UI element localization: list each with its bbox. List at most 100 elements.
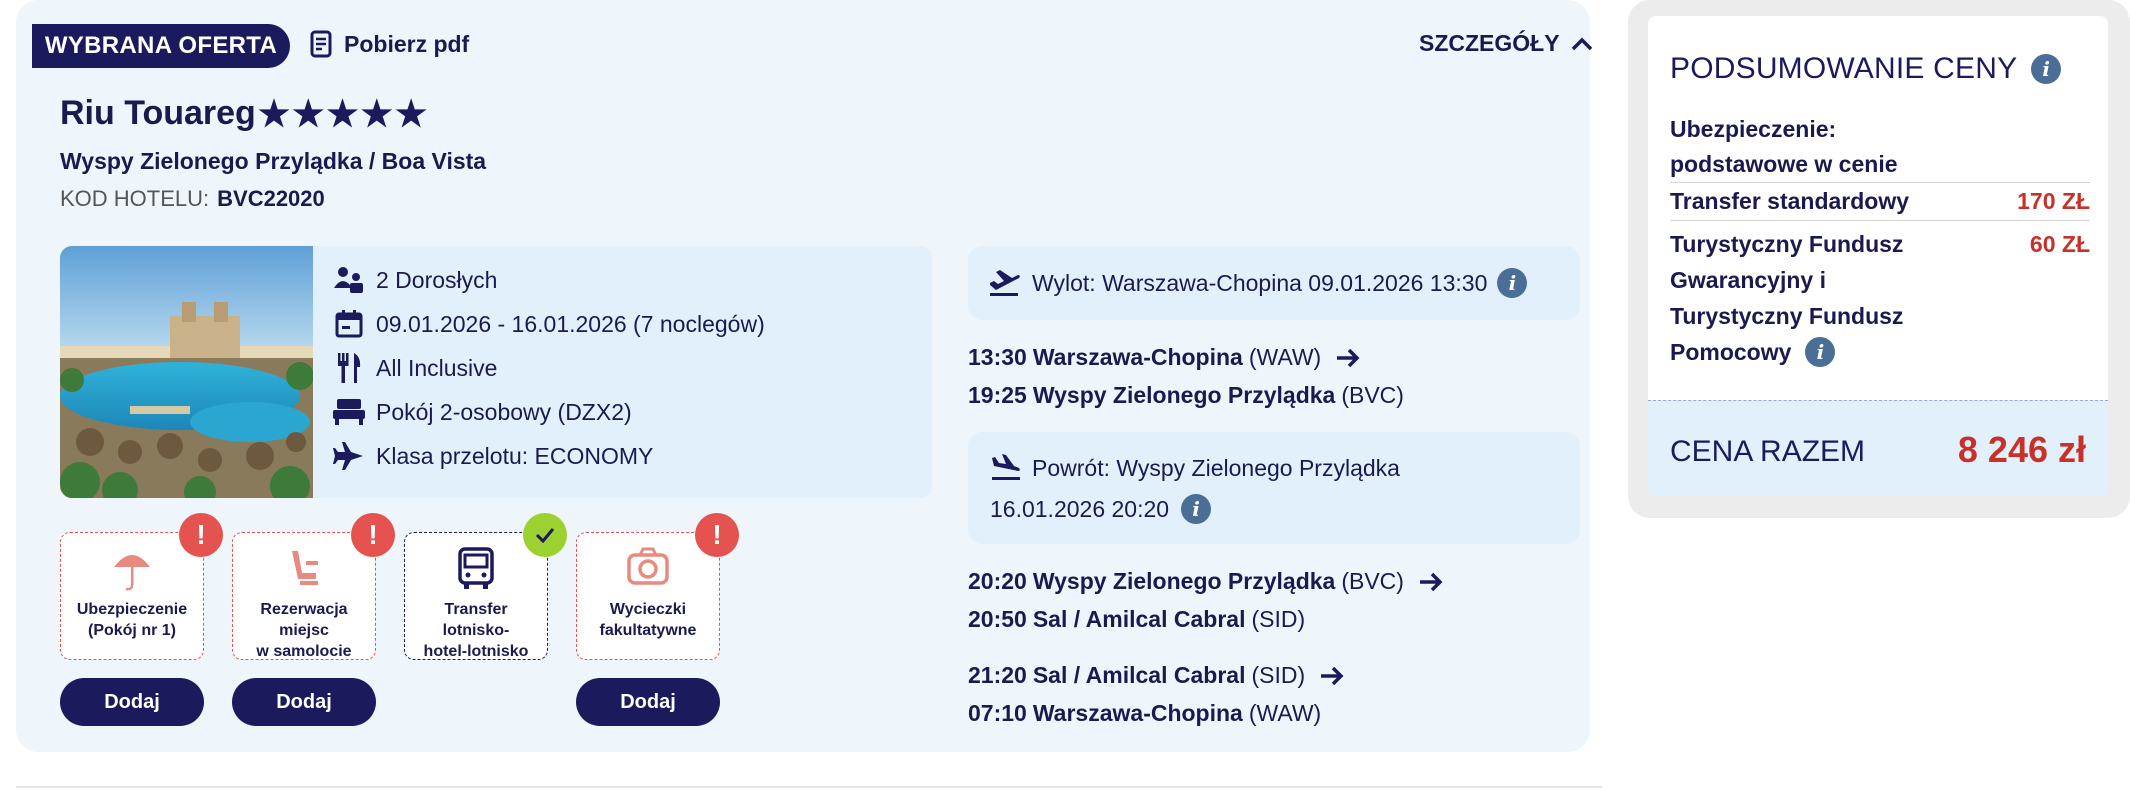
fact-flight-class-text: Klasa przelotu: ECONOMY xyxy=(376,442,654,469)
transfer-row: Transfer standardowy 170 ZŁ xyxy=(1670,188,2090,215)
leg-place: Sal / Amilcal Cabral xyxy=(1032,662,1246,688)
plane-landing-icon xyxy=(992,454,1020,480)
details-label: SZCZEGÓŁY xyxy=(1419,30,1560,56)
fact-board-text: All Inclusive xyxy=(376,354,498,381)
star-icon: ★ xyxy=(326,92,359,134)
divider xyxy=(1670,220,2090,221)
leg-code: (SID) xyxy=(1251,606,1306,632)
leg-time: 13:30 xyxy=(968,344,1027,370)
fund-price: 60 ZŁ xyxy=(2029,231,2090,257)
price-summary-card: PODSUMOWANIE CENY i Ubezpieczenie: podst… xyxy=(1648,16,2108,496)
umbrella-icon xyxy=(114,555,150,591)
check-icon xyxy=(523,513,567,557)
hotel-code-label: KOD HOTELU: xyxy=(60,186,210,211)
insurance-row: Ubezpieczenie: podstawowe w cenie xyxy=(1670,116,2090,178)
addon-insurance-label: Ubezpieczenie (Pokój nr 1) xyxy=(76,601,188,639)
leg-code: (BVC) xyxy=(1341,382,1404,408)
total-price-box: CENA RAZEM 8 246 zł xyxy=(1648,400,2108,496)
total-value: 8 246 zł xyxy=(1957,429,2086,470)
insurance-label: Ubezpieczenie: xyxy=(1670,116,1837,142)
people-icon xyxy=(334,267,363,293)
arrow-right-icon xyxy=(1419,572,1443,591)
bus-icon xyxy=(458,547,494,589)
leg-place: Wyspy Zielonego Przylądka xyxy=(1032,382,1336,408)
outbound-flight-box: Wylot: Warszawa-Chopina 09.01.2026 13:30… xyxy=(968,246,1580,320)
addon-seat-reservation[interactable]: ! Rezerwacja miejsc w samolocie xyxy=(232,513,395,660)
return-leg-4: 07:10 Warszawa-Chopina (WAW) xyxy=(968,700,1321,727)
leg-code: (WAW) xyxy=(1248,344,1322,370)
outbound-leg-2: 19:25 Wyspy Zielonego Przylądka (BVC) xyxy=(968,382,1404,409)
outbound-title: Wylot: Warszawa-Chopina 09.01.2026 13:30 xyxy=(1032,269,1488,296)
fact-room-text: Pokój 2-osobowy (DZX2) xyxy=(376,398,632,425)
info-icon[interactable]: i xyxy=(2031,54,2062,84)
outbound-leg-1: 13:30 Warszawa-Chopina (WAW) xyxy=(968,344,1361,371)
insurance-value: podstawowe w cenie xyxy=(1670,151,1898,177)
star-icon: ★ xyxy=(360,92,393,134)
download-pdf-link[interactable]: Pobierz pdf xyxy=(310,30,469,58)
total-label: CENA RAZEM xyxy=(1670,435,1866,468)
bed-icon xyxy=(333,399,365,425)
alert-icon: ! xyxy=(351,513,395,557)
leg-time: 07:10 xyxy=(968,700,1027,726)
star-icon: ★ xyxy=(257,92,291,134)
addon-seat-label: Rezerwacja miejsc w samolocie xyxy=(256,601,352,660)
fund-label-line1: Turystyczny Fundusz xyxy=(1670,231,1904,257)
fact-flight-class: Klasa przelotu: ECONOMY xyxy=(332,434,765,478)
fact-room: Pokój 2-osobowy (DZX2) xyxy=(332,390,765,434)
add-excursions-button[interactable]: Dodaj xyxy=(576,678,720,726)
return-leg-3: 21:20 Sal / Amilcal Cabral (SID) xyxy=(968,662,1345,689)
details-toggle[interactable]: SZCZEGÓŁY xyxy=(1419,30,1594,57)
price-summary-title: PODSUMOWANIE CENY i xyxy=(1670,52,2062,86)
leg-time: 21:20 xyxy=(968,662,1027,688)
addon-insurance[interactable]: ! Ubezpieczenie (Pokój nr 1) xyxy=(60,513,223,660)
hotel-name: Riu Touareg ★ ★ ★ ★ ★ xyxy=(60,94,427,133)
fund-label-line3: Turystyczny Fundusz xyxy=(1670,303,1904,329)
leg-time: 20:50 xyxy=(968,606,1027,632)
fund-row: Turystyczny Fundusz Gwarancyjny i Turyst… xyxy=(1670,226,2090,370)
leg-time: 19:25 xyxy=(968,382,1027,408)
price-summary-title-text: PODSUMOWANIE CENY xyxy=(1670,52,2018,85)
leg-place: Wyspy Zielonego Przylądka xyxy=(1032,568,1336,594)
offer-facts: 2 Dorosłych 09.01.2026 - 16.01.2026 (7 n… xyxy=(332,258,765,478)
cutlery-icon xyxy=(338,353,361,383)
info-icon[interactable]: i xyxy=(1497,268,1528,298)
leg-code: (WAW) xyxy=(1248,700,1322,726)
add-seat-button[interactable]: Dodaj xyxy=(232,678,376,726)
hotel-stars: ★ ★ ★ ★ ★ xyxy=(257,92,427,134)
selected-offer-badge: WYBRANA OFERTA xyxy=(32,24,290,68)
seat-icon xyxy=(292,551,318,585)
chevron-up-icon xyxy=(1571,37,1592,50)
info-icon[interactable]: i xyxy=(1181,494,1212,524)
divider xyxy=(1670,182,2090,183)
fact-board: All Inclusive xyxy=(332,346,765,390)
fund-label-line4: Pomocowy xyxy=(1670,339,1792,365)
leg-code: (SID) xyxy=(1251,662,1306,688)
hotel-photo xyxy=(60,246,313,498)
plane-icon xyxy=(333,442,363,470)
offer-info-box: 2 Dorosłych 09.01.2026 - 16.01.2026 (7 n… xyxy=(60,246,932,498)
plane-takeoff-icon xyxy=(990,270,1020,296)
addon-excursions[interactable]: ! Wycieczki fakultatywne xyxy=(576,513,739,660)
download-pdf-label: Pobierz pdf xyxy=(344,30,470,57)
offer-card: WYBRANA OFERTA Pobierz pdf SZCZEGÓŁY Riu… xyxy=(16,0,1592,752)
fact-guests-text: 2 Dorosłych xyxy=(376,266,498,293)
add-insurance-button[interactable]: Dodaj xyxy=(60,678,204,726)
return-title-line1: Powrót: Wyspy Zielonego Przylądka xyxy=(1032,454,1400,481)
return-title-line2: 16.01.2026 20:20 xyxy=(990,495,1170,522)
return-flight-box: Powrót: Wyspy Zielonego Przylądka 16.01.… xyxy=(968,432,1580,544)
leg-time: 20:20 xyxy=(968,568,1027,594)
hotel-code: KOD HOTELU: BVC22020 xyxy=(60,186,325,212)
leg-place: Sal / Amilcal Cabral xyxy=(1032,606,1246,632)
leg-place: Warszawa-Chopina xyxy=(1032,344,1243,370)
return-leg-2: 20:50 Sal / Amilcal Cabral (SID) xyxy=(968,606,1305,633)
star-icon: ★ xyxy=(292,92,325,134)
hotel-code-value: BVC22020 xyxy=(217,186,325,211)
info-icon[interactable]: i xyxy=(1805,337,1836,367)
alert-icon: ! xyxy=(179,513,223,557)
addon-transfer[interactable]: Transfer lotnisko-hotel-lotnisko xyxy=(404,513,567,660)
fact-dates-text: 09.01.2026 - 16.01.2026 (7 noclegów) xyxy=(376,310,765,337)
arrow-right-icon xyxy=(1337,348,1360,367)
price-summary-panel: PODSUMOWANIE CENY i Ubezpieczenie: podst… xyxy=(1628,0,2130,518)
hotel-location: Wyspy Zielonego Przylądka / Boa Vista xyxy=(60,148,487,174)
fund-label-line2: Gwarancyjny i xyxy=(1670,267,1826,293)
